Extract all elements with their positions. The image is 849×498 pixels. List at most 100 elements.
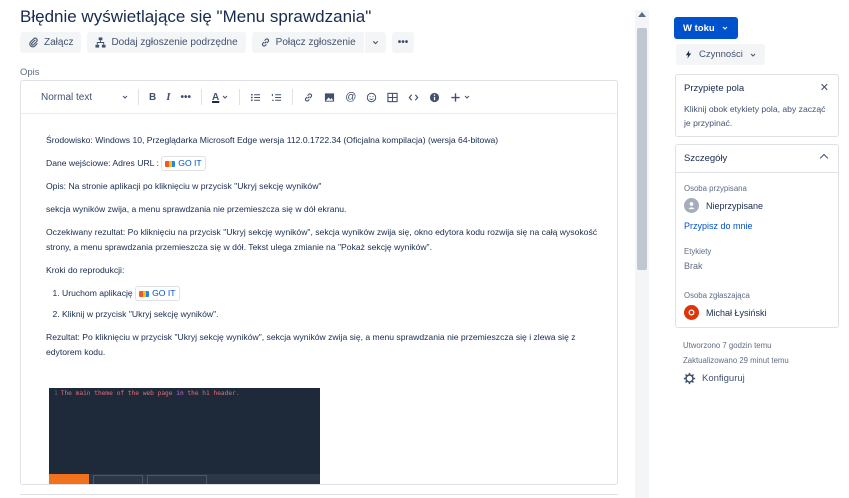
step-item: Uruchom aplikację GO IT bbox=[62, 286, 606, 302]
screenshot-attachment[interactable]: 1 The main theme of the web page in the h… bbox=[49, 388, 320, 484]
details-title: Szczegóły bbox=[684, 153, 728, 164]
pinned-fields-panel: Przypięte pola ✕ Kliknij obok etykiety p… bbox=[675, 74, 839, 137]
input-data-label: Dane wejściowe: Adres URL : bbox=[46, 158, 159, 168]
pinned-fields-hint: Kliknij obok etykiety pola, aby zacząć j… bbox=[684, 104, 826, 128]
configure-button[interactable]: Konfiguruj bbox=[683, 372, 745, 385]
reporter-field[interactable]: Michał Łysiński bbox=[684, 305, 767, 320]
goit-logo-icon bbox=[139, 290, 150, 297]
updated-timestamp: Zaktualizowano 29 minut temu bbox=[683, 356, 789, 365]
goit-link[interactable]: GO IT bbox=[178, 156, 201, 171]
labels-label: Etykiety bbox=[684, 247, 712, 256]
steps-title: Kroki do reprodukcji: bbox=[46, 265, 125, 276]
attach-label: Załącz bbox=[44, 37, 74, 48]
more-formatting-button[interactable]: ••• bbox=[176, 86, 197, 108]
insert-link-button[interactable] bbox=[298, 86, 319, 108]
more-actions-button[interactable]: ••• bbox=[391, 32, 415, 53]
mention-button[interactable]: @ bbox=[340, 86, 361, 108]
gear-icon bbox=[683, 372, 696, 385]
check-button bbox=[49, 474, 89, 484]
chevron-down-icon bbox=[122, 95, 128, 99]
user-icon bbox=[688, 309, 695, 316]
code-line: 1 The main theme of the web page in the h… bbox=[54, 390, 240, 397]
info-icon bbox=[430, 92, 440, 102]
insert-more-button[interactable] bbox=[445, 86, 476, 108]
labels-value[interactable]: Brak bbox=[684, 261, 703, 271]
avatar bbox=[684, 198, 699, 213]
emoji-button[interactable] bbox=[361, 86, 382, 108]
details-panel: Szczegóły Osoba przypisana Nieprzypisane… bbox=[675, 144, 839, 328]
emoji-icon bbox=[367, 92, 377, 102]
assignee-label: Osoba przypisana bbox=[684, 184, 747, 193]
editor-toolbar: Normal text B I ••• A @ bbox=[21, 81, 617, 114]
table-button[interactable] bbox=[382, 86, 403, 108]
numbered-list-icon bbox=[272, 93, 282, 101]
link-issue-label: Połącz zgłoszenie bbox=[275, 37, 356, 48]
reporter-label: Osoba zgłaszająca bbox=[684, 291, 750, 300]
text-color-button[interactable]: A bbox=[207, 86, 234, 108]
more-icon: ••• bbox=[397, 37, 409, 48]
step-item: Kliknij w przycisk "Ukryj sekcję wyników… bbox=[62, 307, 606, 322]
avatar bbox=[684, 305, 699, 320]
goit-logo-icon bbox=[165, 160, 176, 167]
actions-label: Czynności bbox=[699, 49, 743, 60]
actions-button[interactable]: Czynności bbox=[676, 44, 765, 65]
goit-smart-link[interactable]: GO IT bbox=[135, 286, 180, 302]
chevron-down-icon bbox=[222, 95, 228, 99]
line-number: 1 bbox=[54, 390, 58, 397]
info-panel-button[interactable] bbox=[424, 86, 445, 108]
issue-action-bar: Załącz Dodaj zgłoszenie podrzędne Połącz… bbox=[20, 32, 415, 53]
bullet-list-button[interactable] bbox=[245, 86, 266, 108]
italic-button[interactable]: I bbox=[161, 86, 175, 108]
toolbar-divider bbox=[292, 89, 294, 105]
assignee-field[interactable]: Nieprzypisane bbox=[684, 198, 763, 213]
description-opis-cont: sekcja wyników zwija, a menu sprawdzania… bbox=[46, 204, 347, 215]
expected-result: Oczekiwany rezultat: Po kliknięciu na pr… bbox=[46, 227, 598, 253]
bullet-list-icon bbox=[251, 93, 261, 101]
image-icon bbox=[325, 92, 335, 102]
description-editor[interactable]: Normal text B I ••• A @ Środowisko: Wind… bbox=[20, 80, 618, 485]
actual-result: Rezultat: Po kliknięciu w przycisk "Ukry… bbox=[46, 332, 576, 358]
status-button[interactable]: W toku bbox=[674, 17, 738, 39]
code-keyword: in bbox=[176, 390, 184, 397]
assign-to-me-link[interactable]: Przypisz do mnie bbox=[684, 221, 753, 231]
add-child-issue-button[interactable]: Dodaj zgłoszenie podrzędne bbox=[87, 32, 246, 53]
issue-title[interactable]: Błędnie wyświetlające się "Menu sprawdza… bbox=[20, 7, 371, 27]
scroll-up-arrow-icon[interactable] bbox=[638, 12, 646, 17]
link-issue-group: Połącz zgłoszenie bbox=[251, 32, 386, 53]
chevron-down-icon bbox=[372, 40, 378, 45]
link-issue-button[interactable]: Połącz zgłoszenie bbox=[251, 32, 364, 53]
add-child-label: Dodaj zgłoszenie podrzędne bbox=[111, 37, 238, 48]
link-issue-dropdown[interactable] bbox=[364, 32, 386, 53]
code-icon bbox=[409, 93, 419, 101]
details-header[interactable]: Szczegóły bbox=[676, 145, 838, 173]
close-icon[interactable]: ✕ bbox=[820, 81, 829, 94]
attach-button[interactable]: Załącz bbox=[20, 32, 82, 53]
lightning-icon bbox=[685, 50, 692, 59]
toolbar-divider bbox=[201, 89, 203, 105]
bold-button[interactable]: B bbox=[144, 86, 161, 108]
steps-list: Uruchom aplikację GO IT Kliknij w przyci… bbox=[46, 286, 606, 322]
numbered-list-button[interactable] bbox=[266, 86, 287, 108]
chevron-down-icon bbox=[465, 95, 470, 99]
link-icon bbox=[305, 92, 313, 102]
pinned-fields-title: Przypięte pola bbox=[684, 83, 745, 94]
code-text: The main theme of the web page bbox=[60, 390, 177, 397]
text-style-label: Normal text bbox=[41, 91, 93, 103]
comment-area-edge bbox=[20, 494, 618, 498]
code-block-button[interactable] bbox=[403, 86, 424, 108]
insert-image-button[interactable] bbox=[319, 86, 340, 108]
scrollbar-thumb[interactable] bbox=[637, 28, 647, 270]
reporter-value: Michał Łysiński bbox=[706, 307, 767, 318]
user-icon bbox=[688, 202, 695, 210]
goit-smart-link[interactable]: GO IT bbox=[161, 156, 206, 172]
toolbar-divider bbox=[239, 89, 241, 105]
description-label: Opis bbox=[20, 67, 40, 78]
chevron-down-icon bbox=[722, 26, 728, 30]
code-text: the h1 header. bbox=[183, 390, 240, 397]
hierarchy-icon bbox=[95, 37, 106, 48]
editor-button-outline bbox=[93, 475, 143, 484]
input-data-line: Dane wejściowe: Adres URL : GO IT bbox=[46, 156, 606, 172]
paperclip-icon bbox=[29, 37, 38, 48]
text-style-select[interactable]: Normal text bbox=[41, 86, 133, 108]
goit-link[interactable]: GO IT bbox=[152, 286, 175, 301]
